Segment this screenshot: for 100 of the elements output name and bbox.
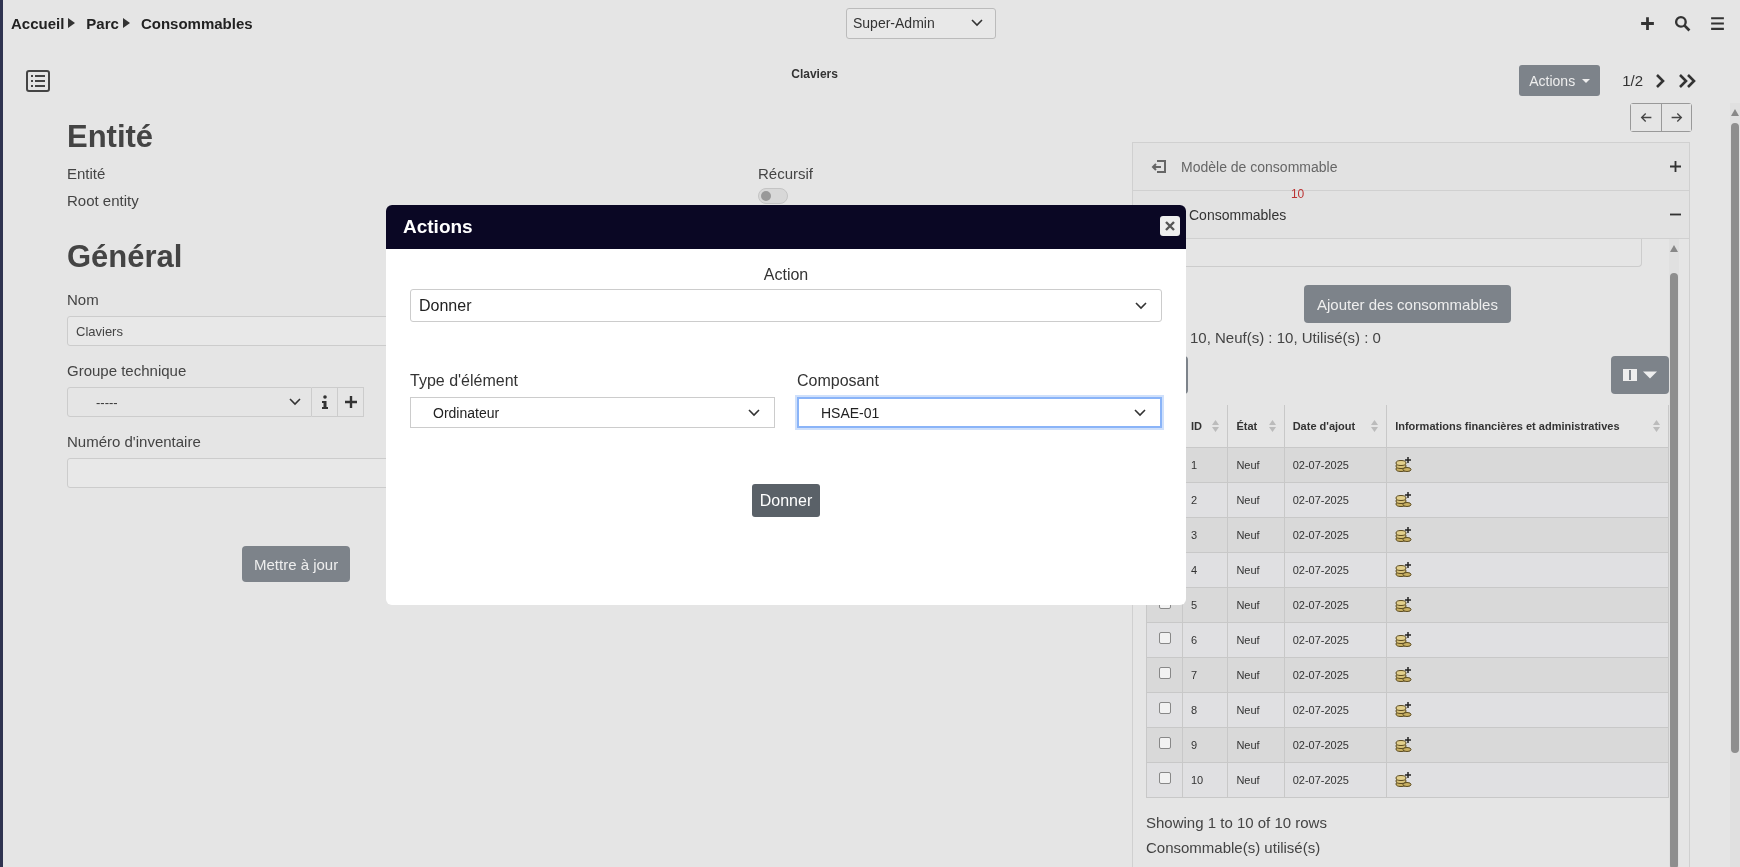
dropdown[interactable]: Ordinateur [410,397,775,428]
breadcrumb-link[interactable]: Accueil [11,14,65,32]
table-cell: Neuf [1227,762,1285,797]
columns-button[interactable] [1611,356,1669,394]
info-button[interactable] [312,387,338,417]
dropdown[interactable]: Donner [410,289,1162,322]
close-button[interactable] [1160,216,1180,236]
field-label: Nom [67,291,99,308]
table-cell: 7 [1182,657,1228,692]
search-icon [1674,14,1691,32]
summary-text: 10, Neuf(s) : 10, Utilisé(s) : 0 [1190,329,1382,346]
table-cell: 02-07-2025 [1284,517,1387,552]
field-label: Numéro d'inventaire [67,433,201,450]
field-label: Entité [67,165,106,182]
row-checkbox[interactable] [1158,631,1171,644]
list-icon [26,69,50,92]
table-cell: Neuf [1227,692,1285,727]
table-cell: Neuf [1227,517,1285,552]
table-cell: 02-07-2025 [1284,762,1387,797]
table-cell: 02-07-2025 [1284,622,1387,657]
field-label: Récursif [758,165,813,182]
caret-up-icon [1670,245,1678,252]
profile-select[interactable]: Super-Admin [846,7,996,39]
table-cell: 02-07-2025 [1284,447,1387,482]
section-heading: Consommable(s) utilisé(s) [1146,838,1322,856]
coins-plus-icon[interactable] [1395,527,1413,542]
table-cell: 02-07-2025 [1284,552,1387,587]
coins-plus-icon[interactable] [1395,562,1413,577]
caret-right-icon [68,18,77,28]
pager-text: 1/2 [1622,72,1643,89]
plus-icon [1639,14,1656,32]
scrollbar[interactable] [1730,103,1740,867]
section-heading: Entité [67,119,154,155]
coins-plus-icon[interactable] [1395,457,1413,472]
dropdown[interactable]: ----- [67,387,312,417]
next-button[interactable] [1661,104,1691,131]
table-cell: Neuf [1227,552,1285,587]
table-cell: 02-07-2025 [1284,657,1387,692]
scrollbar[interactable] [1669,239,1679,867]
submit-button[interactable]: Donner [751,484,821,517]
arrow-right-icon [1670,111,1683,124]
table-cell: 6 [1182,622,1228,657]
row-checkbox[interactable] [1158,666,1171,679]
add-button[interactable] [338,387,364,417]
table-cell: 02-07-2025 [1284,692,1387,727]
modal-title: Actions [403,216,473,238]
chevron-down-icon [289,398,301,406]
table-cell: Neuf [1227,622,1285,657]
toggle-switch[interactable] [758,188,788,204]
column-header[interactable]: Informations financières et administratives [1386,405,1669,447]
field-label: Composant [797,372,880,390]
menu-icon [1709,14,1726,32]
chevron-down-icon [1135,301,1147,310]
panel-title: Consommables [1189,206,1287,223]
caret-up-icon [1731,109,1739,116]
table-cell: Neuf [1227,482,1285,517]
column-header[interactable]: État [1227,405,1285,447]
table-cell: Neuf [1227,657,1285,692]
section-heading: Général [67,239,183,275]
columns-icon [1623,369,1637,381]
coins-plus-icon[interactable] [1395,702,1413,717]
chevron-down-icon [1134,408,1146,417]
caret-right-icon [122,18,131,28]
table-cell: Neuf [1227,447,1285,482]
coins-plus-icon[interactable] [1395,667,1413,682]
column-header[interactable]: Date d'ajout [1284,405,1387,447]
field-label: Action [762,266,810,284]
dropdown[interactable]: HSAE-01 [797,397,1162,428]
field-label: Type d'élément [410,372,519,390]
field-value: Root entity [67,192,139,209]
chevron-down-icon [971,19,983,27]
row-checkbox[interactable] [1158,771,1171,784]
table-cell: 02-07-2025 [1284,482,1387,517]
double-chevron-right-icon[interactable] [1676,72,1698,89]
table-cell: 9 [1182,727,1228,762]
plus-icon [344,395,357,409]
field-label: Groupe technique [67,362,187,379]
sort-icon [1653,418,1660,433]
coins-plus-icon[interactable] [1395,737,1413,752]
pagination-text: Showing 1 to 10 of 10 rows [1146,813,1328,831]
caret-down-icon [1582,78,1591,83]
breadcrumb-link[interactable]: Consommables [140,14,253,32]
coins-plus-icon[interactable] [1395,597,1413,612]
breadcrumb-link[interactable]: Parc [86,14,119,32]
table-cell: Neuf [1227,727,1285,762]
caret-down-icon [1643,369,1657,381]
coins-plus-icon[interactable] [1395,632,1413,647]
coins-plus-icon[interactable] [1395,772,1413,787]
item-title: Claviers [790,66,839,81]
row-checkbox[interactable] [1158,701,1171,714]
chevron-down-icon [748,408,760,417]
plus-icon [1670,161,1681,172]
row-checkbox[interactable] [1158,736,1171,749]
close-icon [1165,221,1175,231]
arrow-left-icon [1639,111,1653,124]
panel-title: Modèle de consommable [1181,158,1338,175]
table-cell: 8 [1182,692,1228,727]
coins-plus-icon[interactable] [1395,492,1413,507]
table-cell: Neuf [1227,587,1285,622]
table-cell: 10 [1182,762,1228,797]
